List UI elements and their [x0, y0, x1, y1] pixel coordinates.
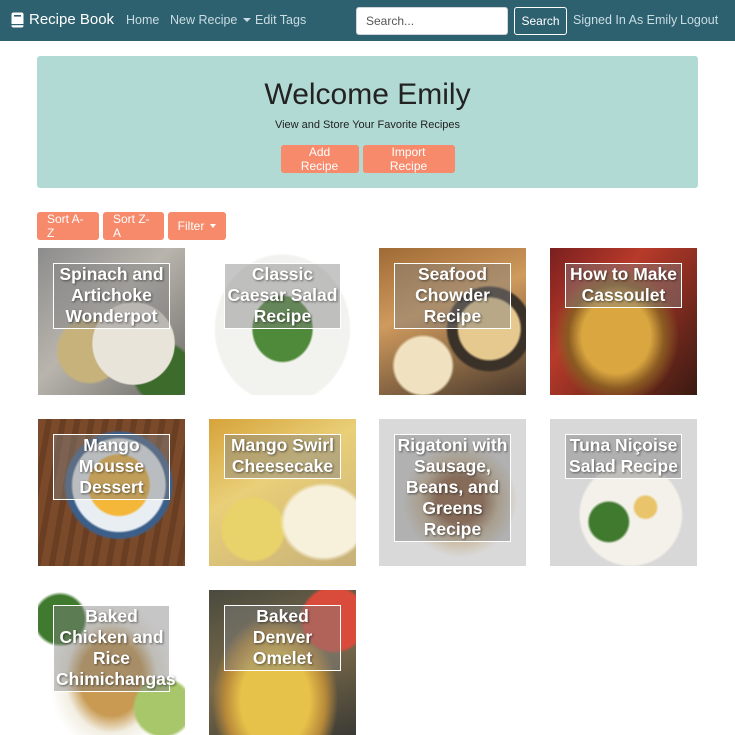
recipe-card[interactable]: Spinach and Artichoke Wonderpot [38, 248, 185, 395]
recipe-card[interactable]: Rigatoni with Sausage, Beans, and Greens… [379, 419, 526, 566]
add-recipe-button[interactable]: Add Recipe [280, 145, 359, 173]
chevron-down-icon [243, 18, 252, 22]
search-button[interactable]: Search [514, 7, 567, 35]
book-icon [11, 12, 24, 27]
brand-label: Recipe Book [29, 11, 115, 28]
recipe-title: Spinach and Artichoke Wonderpot [53, 263, 170, 329]
chevron-down-icon [210, 224, 217, 228]
signed-in-link[interactable]: Signed In As Emily [573, 13, 677, 27]
search-input[interactable] [356, 7, 508, 35]
recipe-card[interactable]: Mango Swirl Cheesecake [209, 419, 356, 566]
sort-filter-bar: Sort A-Z Sort Z-A Filter [37, 212, 226, 240]
filter-label: Filter [177, 219, 205, 233]
recipe-title: Mango Swirl Cheesecake [224, 434, 341, 479]
hero-actions: Add Recipe Import Recipe [37, 145, 698, 173]
import-recipe-button[interactable]: Import Recipe [362, 145, 455, 173]
recipe-card[interactable]: How to Make Cassoulet [550, 248, 697, 395]
recipe-title: Tuna Niçoise Salad Recipe [565, 434, 682, 479]
nav-new-recipe-dropdown[interactable]: New Recipe [170, 13, 252, 27]
navbar: Recipe Book Home New Recipe Edit Tags Se… [0, 0, 735, 41]
recipe-title: Mango Mousse Dessert [53, 434, 170, 500]
page-subtitle: View and Store Your Favorite Recipes [274, 119, 461, 131]
recipe-title: Baked Chicken and Rice Chimichangas [53, 605, 176, 692]
nav-edit-tags-link[interactable]: Edit Tags [255, 13, 306, 27]
recipe-title: Baked Denver Omelet [224, 605, 341, 671]
recipe-card[interactable]: Mango Mousse Dessert [38, 419, 185, 566]
recipe-title: Seafood Chowder Recipe [394, 263, 511, 329]
filter-dropdown[interactable]: Filter [168, 212, 226, 240]
sort-za-button[interactable]: Sort Z-A [103, 212, 164, 240]
sort-az-button[interactable]: Sort A-Z [37, 212, 99, 240]
nav-new-recipe-label: New Recipe [170, 13, 238, 27]
nav-home-link[interactable]: Home [126, 13, 159, 27]
recipe-title: How to Make Cassoulet [565, 263, 682, 308]
page-title: Welcome Emily [264, 78, 471, 111]
recipe-card[interactable]: Baked Denver Omelet [209, 590, 356, 735]
recipe-card[interactable]: Seafood Chowder Recipe [379, 248, 526, 395]
recipe-title: Classic Caesar Salad Recipe [224, 263, 341, 329]
brand-link[interactable]: Recipe Book [11, 11, 114, 28]
recipe-card[interactable]: Baked Chicken and Rice Chimichangas [38, 590, 185, 735]
welcome-banner: Welcome Emily View and Store Your Favori… [37, 56, 698, 188]
recipe-card[interactable]: Classic Caesar Salad Recipe [209, 248, 356, 395]
logout-link[interactable]: Logout [680, 13, 718, 27]
recipe-card[interactable]: Tuna Niçoise Salad Recipe [550, 419, 697, 566]
recipe-title: Rigatoni with Sausage, Beans, and Greens… [394, 434, 511, 542]
